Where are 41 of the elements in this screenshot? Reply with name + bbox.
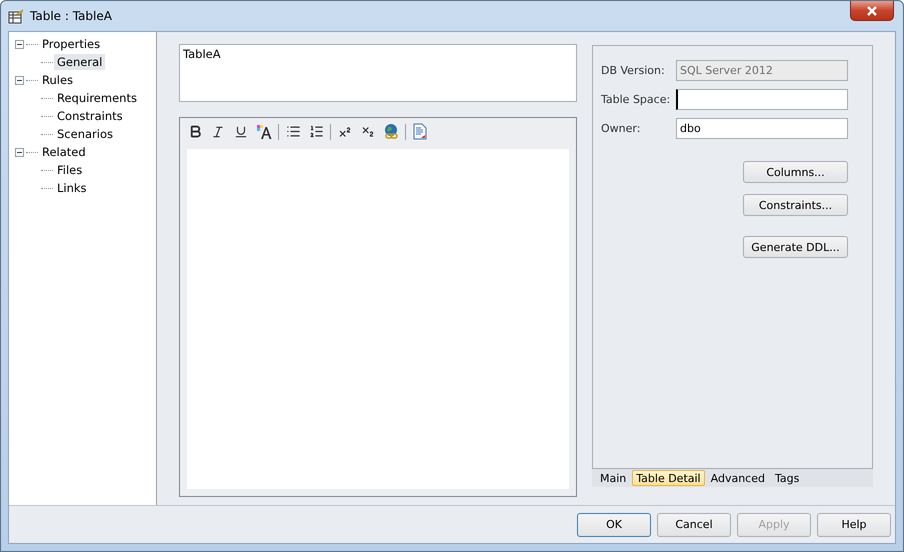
- italic-icon: [211, 124, 225, 138]
- dialog-button[interactable]: OK: [577, 512, 651, 536]
- input-field[interactable]: [676, 89, 848, 110]
- close-icon: [866, 6, 878, 16]
- tab[interactable]: Main: [596, 470, 630, 486]
- tree-item[interactable]: Rules: [39, 72, 76, 88]
- tree-item[interactable]: General: [54, 54, 106, 70]
- tree-item[interactable]: Files: [54, 162, 86, 178]
- expander-icon[interactable]: [15, 148, 24, 156]
- tab[interactable]: Advanced: [706, 470, 769, 486]
- input-field[interactable]: dbo: [676, 118, 848, 139]
- tree-item[interactable]: Scenarios: [54, 126, 116, 142]
- font-color-icon: [256, 124, 272, 140]
- subscript-icon: [361, 124, 375, 138]
- action-button[interactable]: Generate DDL...: [743, 236, 848, 258]
- table-icon: [8, 8, 24, 24]
- numbered-list-icon: [308, 124, 324, 139]
- dialog-button[interactable]: Cancel: [657, 512, 731, 536]
- superscript-icon: [338, 124, 352, 138]
- field-label: Owner:: [601, 122, 642, 135]
- bullet-list-icon: [286, 124, 300, 139]
- close-button[interactable]: [850, 1, 894, 21]
- dialog-button[interactable]: Help: [817, 512, 891, 536]
- field-label: DB Version:: [601, 64, 666, 77]
- tab[interactable]: Tags: [770, 470, 804, 486]
- tree-item[interactable]: Constraints: [54, 108, 126, 124]
- tab[interactable]: Table Detail: [632, 470, 705, 486]
- field-label: Table Space:: [601, 93, 672, 106]
- expander-icon[interactable]: [15, 76, 24, 84]
- tree-item[interactable]: Requirements: [54, 90, 140, 106]
- globe-link-icon: [382, 123, 400, 140]
- tree-item[interactable]: Links: [54, 180, 90, 196]
- expander-icon[interactable]: [15, 40, 24, 48]
- tree-item[interactable]: Related: [39, 144, 89, 160]
- action-button[interactable]: Constraints...: [743, 194, 848, 216]
- underline-icon: [234, 124, 248, 138]
- name-field[interactable]: TableA: [179, 44, 577, 102]
- action-button[interactable]: Columns...: [743, 161, 848, 183]
- window-title: Table : TableA: [30, 9, 112, 23]
- tree-item[interactable]: Properties: [39, 36, 104, 52]
- document-icon: [413, 123, 427, 140]
